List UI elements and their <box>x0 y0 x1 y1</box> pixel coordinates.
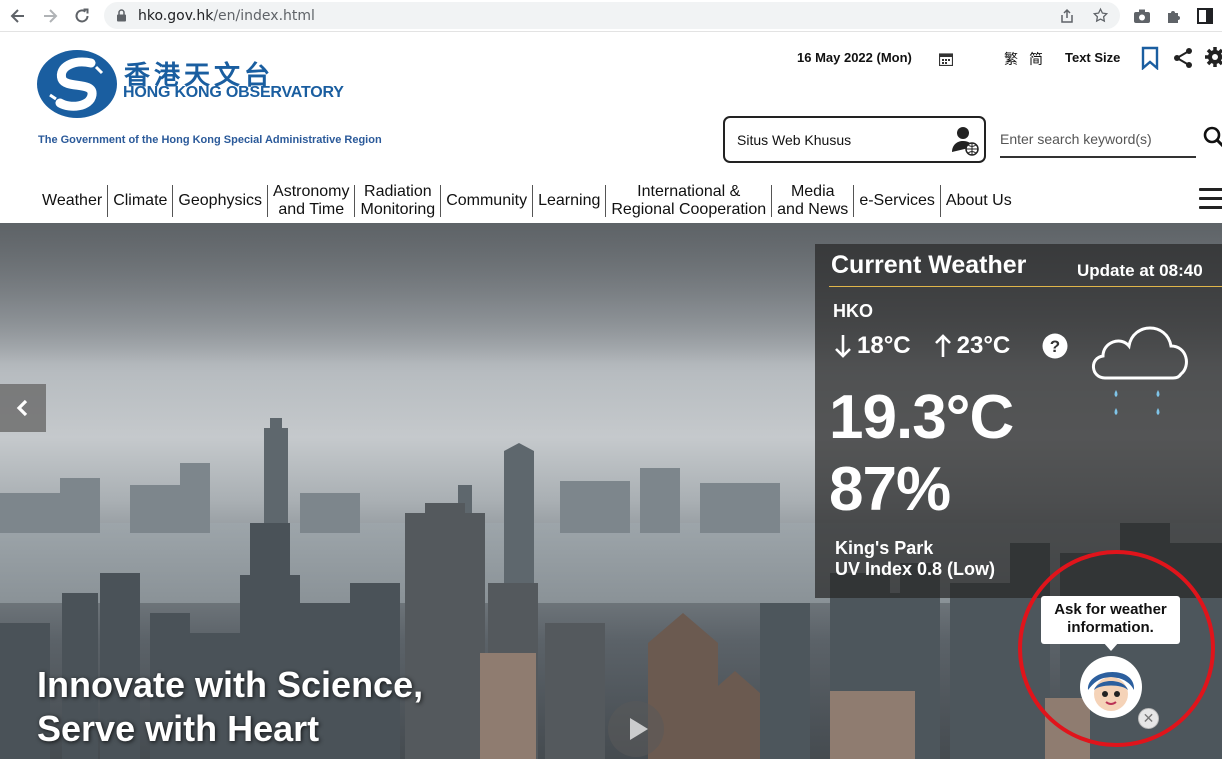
site-header: 香港天文台 HONG KONG OBSERVATORY The Governme… <box>0 33 1222 223</box>
current-date: 16 May 2022 (Mon) <box>797 50 912 65</box>
nav-geophysics[interactable]: Geophysics <box>173 185 269 217</box>
nav-international-cooperation[interactable]: International & Regional Cooperation <box>606 183 773 218</box>
logo-english-name: HONG KONG OBSERVATORY <box>123 84 344 101</box>
slogan-line-1: Innovate with Science, <box>37 664 424 705</box>
help-icon[interactable]: ? <box>1042 333 1068 359</box>
play-icon <box>630 718 648 740</box>
current-weather-title: Current Weather <box>831 251 1027 279</box>
arrow-up-icon <box>934 334 951 357</box>
hamburger-menu-icon[interactable] <box>1199 188 1222 212</box>
share-icon[interactable] <box>1172 47 1194 69</box>
bookmark-icon[interactable] <box>1140 46 1160 70</box>
cloud-rain-icon[interactable] <box>1087 314 1191 424</box>
chatbot-avatar[interactable] <box>1080 656 1142 718</box>
search-box <box>1000 121 1196 158</box>
lang-simplified-link[interactable]: 简 <box>1029 49 1043 69</box>
nav-community[interactable]: Community <box>441 185 534 217</box>
extensions-icon[interactable] <box>1162 4 1186 28</box>
close-icon: ✕ <box>1142 710 1155 726</box>
url-text: hko.gov.hk/en/index.html <box>138 8 315 24</box>
chatbot-bubble-line-2: information. <box>1067 619 1154 636</box>
reload-icon[interactable] <box>70 4 94 28</box>
play-button[interactable] <box>608 701 664 757</box>
forward-icon[interactable] <box>38 4 62 28</box>
nav-about-us[interactable]: About Us <box>941 185 1017 217</box>
nav-weather[interactable]: Weather <box>37 185 109 217</box>
chevron-left-icon <box>16 399 28 417</box>
min-temperature: 18°C <box>857 332 911 359</box>
chatbot-bubble-line-1: Ask for weather <box>1054 601 1167 618</box>
svg-text:?: ? <box>1050 337 1060 356</box>
side-panel-icon[interactable] <box>1193 4 1217 28</box>
share-page-icon[interactable] <box>1059 8 1075 24</box>
person-globe-icon <box>952 127 979 156</box>
max-temperature: 23°C <box>956 332 1011 359</box>
nav-climate[interactable]: Climate <box>108 185 174 217</box>
hero-slogan: Innovate with Science, Serve with Heart <box>37 663 423 751</box>
government-tagline: The Government of the Hong Kong Special … <box>38 134 382 146</box>
nav-learning[interactable]: Learning <box>533 185 607 217</box>
uv-index: UV Index 0.8 (Low) <box>835 559 996 579</box>
search-input[interactable] <box>1000 128 1180 150</box>
lock-icon <box>117 9 126 22</box>
back-icon[interactable] <box>6 4 30 28</box>
text-size-button[interactable]: Text Size <box>1065 50 1120 65</box>
chatbot-mascot-icon <box>1081 657 1141 717</box>
hko-logo[interactable] <box>36 49 118 119</box>
uv-info: King's Park UV Index 0.8 (Low) <box>835 538 995 580</box>
nav-e-services[interactable]: e-Services <box>854 185 941 217</box>
previous-slide-button[interactable] <box>0 384 46 432</box>
min-max-temperature: 18°C 23°C <box>833 332 1010 360</box>
calendar-icon[interactable] <box>939 52 953 66</box>
nav-media-news[interactable]: Media and News <box>772 183 855 218</box>
address-bar[interactable]: hko.gov.hk/en/index.html <box>104 2 1120 29</box>
camera-icon[interactable] <box>1130 4 1154 28</box>
nav-radiation-monitoring[interactable]: Radiation Monitoring <box>355 183 442 218</box>
browser-toolbar: hko.gov.hk/en/index.html <box>0 0 1222 32</box>
arrow-down-icon <box>835 335 851 358</box>
chatbot-close-button[interactable]: ✕ <box>1138 708 1159 729</box>
gear-icon[interactable] <box>1204 46 1222 68</box>
current-weather-panel[interactable]: Current Weather Update at 08:40 HKO 18°C… <box>815 244 1222 598</box>
current-temperature: 19.3°C <box>829 383 1014 452</box>
special-website-button[interactable]: Situs Web Khusus <box>723 116 986 163</box>
search-icon[interactable] <box>1203 126 1222 148</box>
slogan-line-2: Serve with Heart <box>37 708 320 749</box>
uv-station: King's Park <box>835 538 934 558</box>
chatbot-bubble[interactable]: Ask for weather information. <box>1041 596 1180 651</box>
title-divider <box>829 286 1222 287</box>
lang-traditional-link[interactable]: 繁 <box>1004 49 1018 69</box>
special-website-label: Situs Web Khusus <box>737 132 852 148</box>
star-icon[interactable] <box>1092 7 1109 24</box>
relative-humidity: 87% <box>829 455 951 524</box>
update-time: Update at 08:40 <box>1077 261 1203 280</box>
nav-astronomy-time[interactable]: Astronomy and Time <box>268 183 356 218</box>
station-name: HKO <box>833 301 873 321</box>
main-navigation: Weather Climate Geophysics Astronomy and… <box>37 181 1017 221</box>
